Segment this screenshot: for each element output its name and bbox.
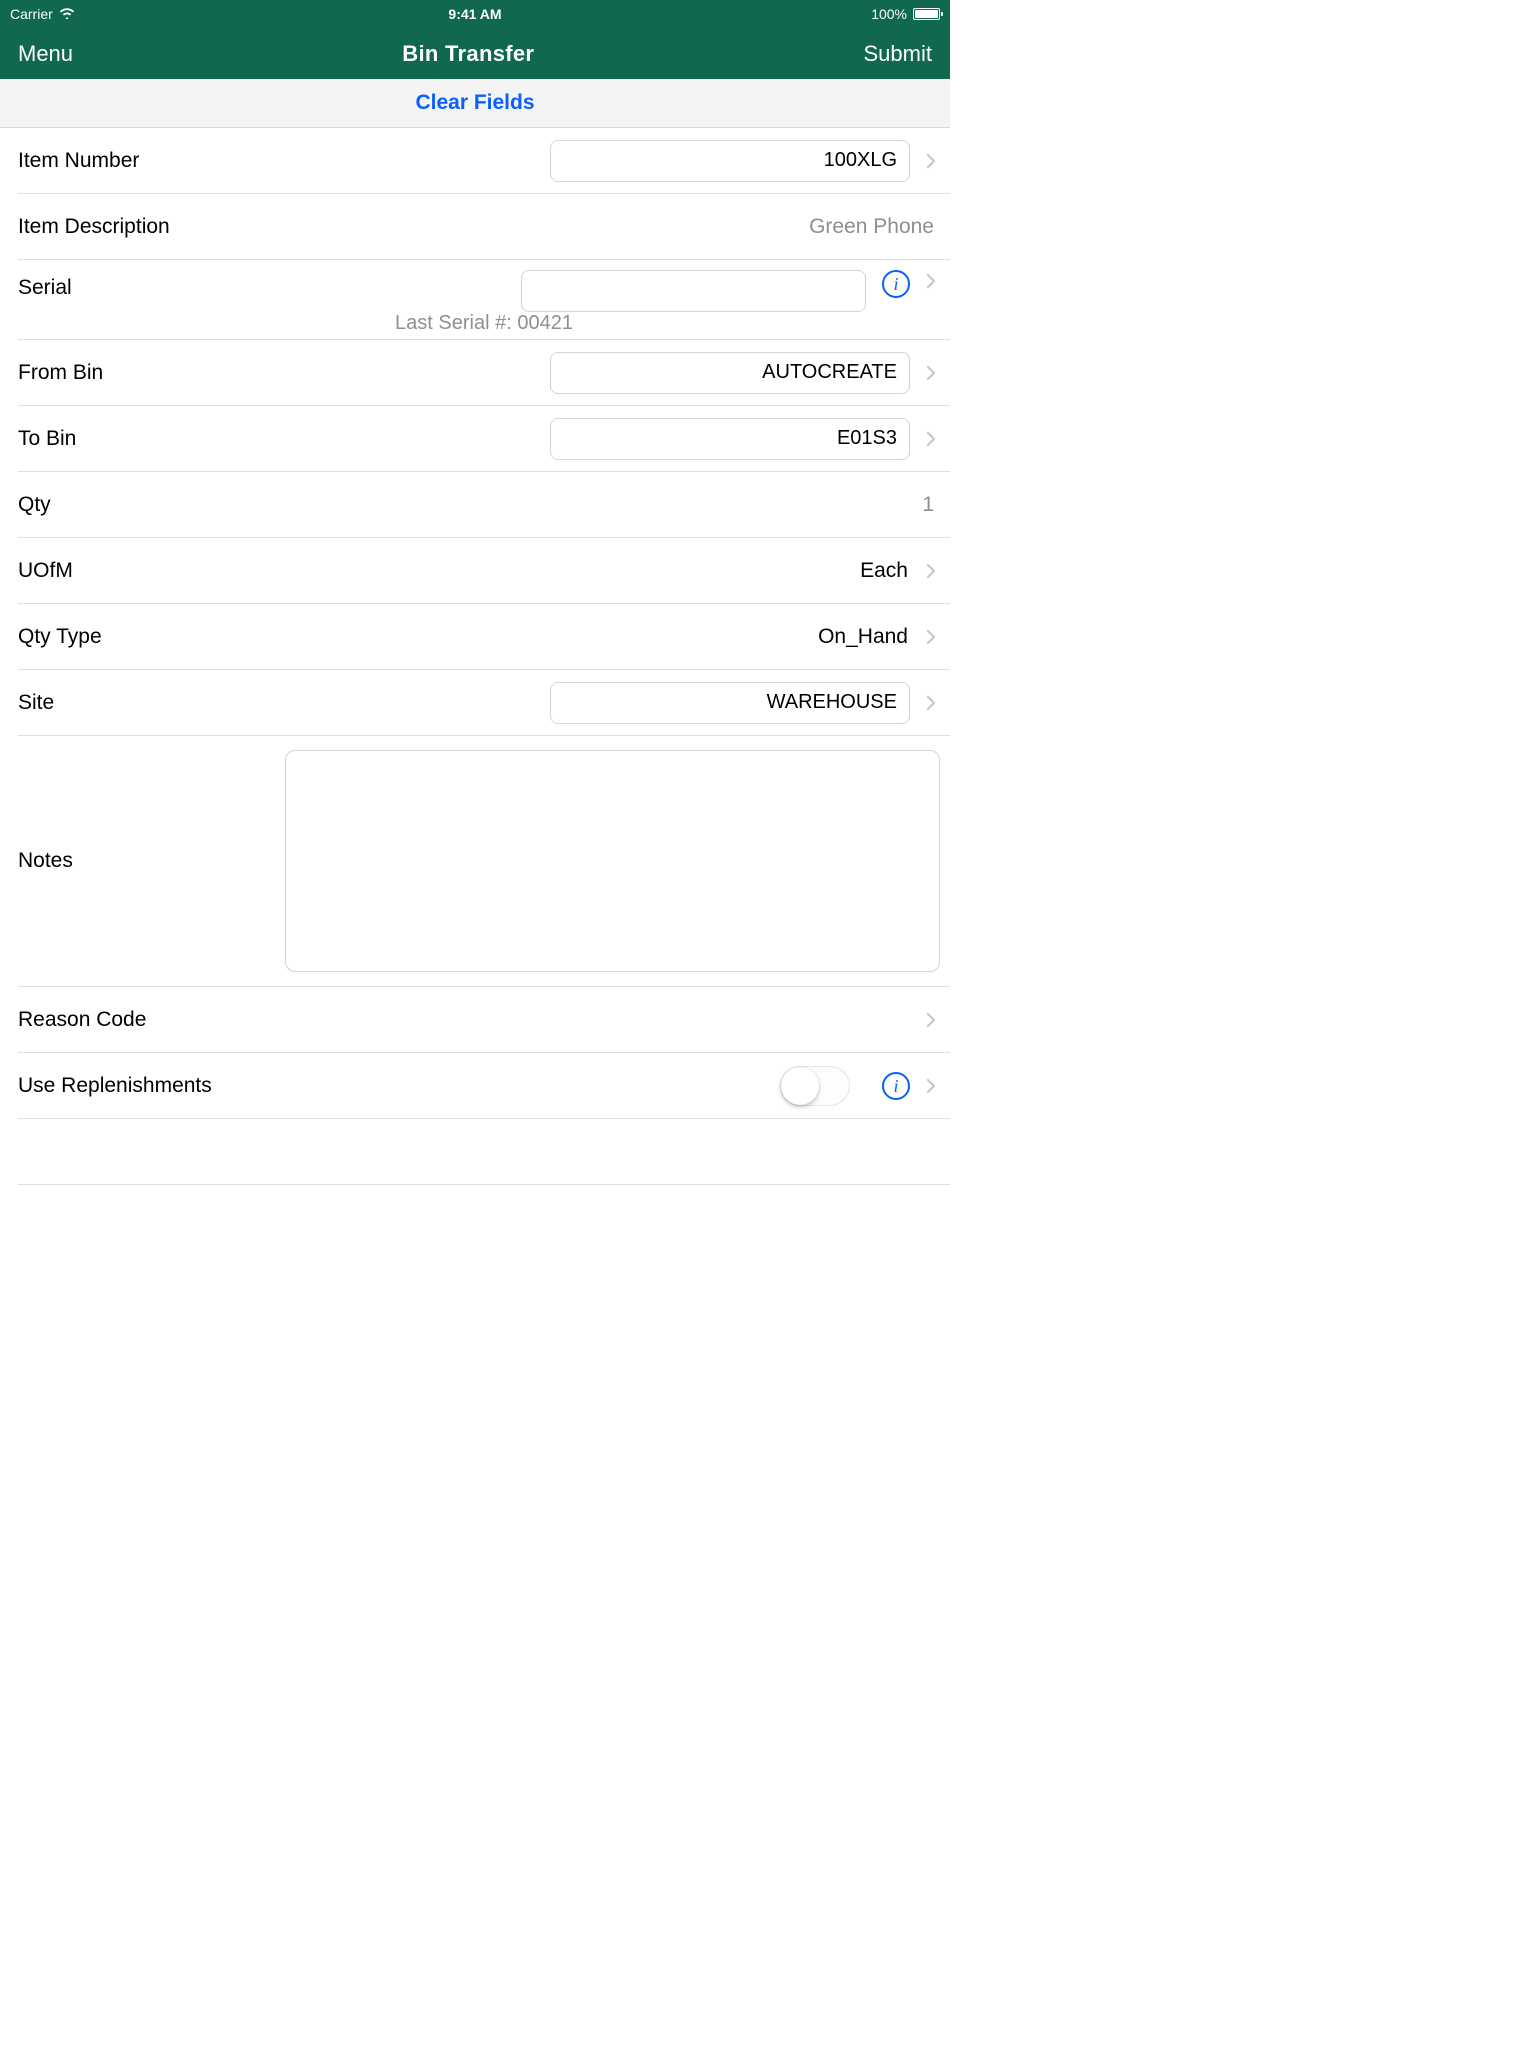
battery-icon [913, 8, 940, 20]
label-from-bin: From Bin [18, 361, 103, 385]
row-serial: Serial i Last Serial #: 00421 [18, 260, 950, 340]
to-bin-input[interactable] [550, 418, 910, 460]
row-notes: Notes [18, 736, 950, 987]
label-item-description: Item Description [18, 215, 170, 239]
toolbar: Clear Fields [0, 79, 950, 128]
row-site[interactable]: Site [18, 670, 950, 736]
row-reason-code[interactable]: Reason Code [18, 987, 950, 1053]
label-item-number: Item Number [18, 149, 139, 173]
clear-fields-button[interactable]: Clear Fields [415, 91, 534, 115]
label-qty-type: Qty Type [18, 625, 102, 649]
row-item-number[interactable]: Item Number [18, 128, 950, 194]
label-uofm: UOfM [18, 559, 73, 583]
item-number-input[interactable] [550, 140, 910, 182]
row-to-bin[interactable]: To Bin [18, 406, 950, 472]
label-use-replenishments: Use Replenishments [18, 1074, 212, 1098]
use-replenishments-toggle[interactable] [780, 1066, 850, 1106]
chevron-right-icon [922, 362, 940, 384]
site-input[interactable] [550, 682, 910, 724]
chevron-right-icon [922, 560, 940, 582]
label-serial: Serial [18, 270, 72, 300]
chevron-right-icon [922, 1075, 940, 1097]
nav-bar: Menu Bin Transfer Submit [0, 28, 950, 79]
label-notes: Notes [18, 849, 73, 873]
row-item-description: Item Description Green Phone [18, 194, 950, 260]
uofm-value: Each [85, 559, 910, 583]
info-icon[interactable]: i [882, 1072, 910, 1100]
row-from-bin[interactable]: From Bin [18, 340, 950, 406]
status-bar: Carrier 9:41 AM 100% [0, 0, 950, 28]
page-title: Bin Transfer [402, 41, 534, 67]
empty-row [18, 1119, 950, 1185]
item-description-value: Green Phone [182, 215, 940, 239]
label-qty: Qty [18, 493, 51, 517]
row-qty-type[interactable]: Qty Type On_Hand [18, 604, 950, 670]
qty-value: 1 [63, 493, 940, 517]
serial-hint: Last Serial #: 00421 [18, 312, 950, 335]
label-site: Site [18, 691, 54, 715]
row-use-replenishments: Use Replenishments i [18, 1053, 950, 1119]
chevron-right-icon [922, 626, 940, 648]
serial-input[interactable] [521, 270, 866, 312]
submit-button[interactable]: Submit [864, 41, 932, 67]
row-uofm[interactable]: UOfM Each [18, 538, 950, 604]
form: Item Number Item Description Green Phone… [0, 128, 950, 1185]
chevron-right-icon [922, 270, 940, 292]
chevron-right-icon [922, 692, 940, 714]
qty-type-value: On_Hand [114, 625, 910, 649]
info-icon[interactable]: i [882, 270, 910, 298]
chevron-right-icon [922, 428, 940, 450]
chevron-right-icon [922, 150, 940, 172]
menu-button[interactable]: Menu [18, 41, 73, 67]
from-bin-input[interactable] [550, 352, 910, 394]
label-to-bin: To Bin [18, 427, 76, 451]
status-time: 9:41 AM [0, 6, 950, 22]
notes-input[interactable] [285, 750, 940, 972]
label-reason-code: Reason Code [18, 1008, 146, 1032]
chevron-right-icon [922, 1009, 940, 1031]
row-qty: Qty 1 [18, 472, 950, 538]
